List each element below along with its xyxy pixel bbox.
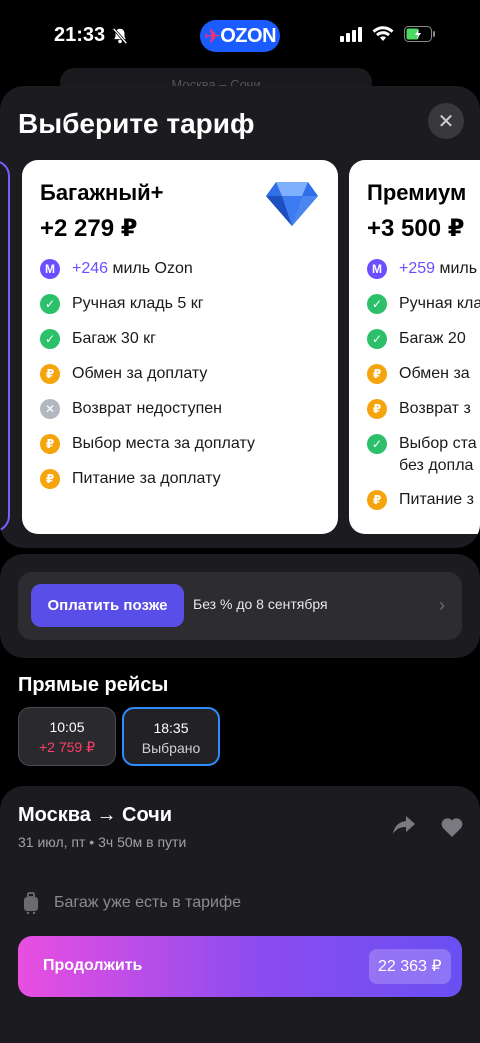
direct-flights-title: Прямые рейсы xyxy=(18,674,169,696)
check-icon: ✓ xyxy=(40,294,60,314)
feature-text: Питание за доплату xyxy=(72,470,221,487)
feature-baggage: ✓ Багаж 20 xyxy=(367,328,466,350)
feature-text: Багаж 30 кг xyxy=(72,330,157,347)
feature-text-line2: без допла xyxy=(399,457,474,474)
ruble-icon: ₽ xyxy=(40,469,60,489)
miles-count: +246 xyxy=(72,260,109,277)
feature-miles: M +246 миль Ozon xyxy=(40,258,193,280)
system-icons xyxy=(340,26,436,42)
tariff-price: +3 500 ₽ xyxy=(367,215,465,242)
feature-miles: M +259 миль xyxy=(367,258,477,280)
tariff-name: Премиум xyxy=(367,180,467,205)
flight-selected-label: Выбрано xyxy=(141,740,201,756)
feature-text: Выбор ста xyxy=(399,435,477,452)
feature-text: Ручная кладь 5 кг xyxy=(72,295,204,312)
status-bar: 21:33 ✈ OZON xyxy=(0,0,480,72)
feature-text: Багаж 20 xyxy=(399,330,466,347)
check-icon: ✓ xyxy=(367,294,387,314)
ruble-icon: ₽ xyxy=(40,434,60,454)
luggage-note: Багаж уже есть в тарифе xyxy=(22,892,241,914)
sheet-title: Выберите тариф xyxy=(18,108,255,139)
previous-tariff-card[interactable] xyxy=(0,160,10,532)
clock: 21:33 xyxy=(54,24,106,46)
feature-meals: ₽ Питание з xyxy=(367,489,474,511)
signal-icon xyxy=(340,27,362,42)
chevron-right-icon: › xyxy=(439,595,445,615)
check-icon: ✓ xyxy=(367,434,387,454)
luggage-note-text: Багаж уже есть в тарифе xyxy=(54,894,242,911)
feature-exchange: ₽ Обмен за xyxy=(367,363,470,385)
miles-icon: M xyxy=(367,259,387,279)
flight-option-1835[interactable]: 18:35 Выбрано xyxy=(122,707,220,766)
feature-seat-selection: ✓ Выбор ста без допла xyxy=(367,433,477,477)
close-icon: ✕ xyxy=(437,110,455,133)
check-icon: ✓ xyxy=(40,329,60,349)
feature-text: Обмен за xyxy=(399,365,470,382)
heart-icon[interactable] xyxy=(440,816,464,838)
feature-text: Возврат з xyxy=(399,400,471,417)
feature-text: Ручная кла xyxy=(399,295,480,312)
feature-seat-selection: ₽ Выбор места за доплату xyxy=(40,433,255,455)
flight-time: 10:05 xyxy=(49,719,85,735)
pay-later-note: Без % до 8 сентября xyxy=(193,596,328,612)
pay-later-section: Оплатить позже Без % до 8 сентября › xyxy=(0,554,480,658)
check-icon: ✓ xyxy=(367,329,387,349)
pay-later-button[interactable]: Оплатить позже xyxy=(31,584,184,627)
tariff-name: Багажный+ xyxy=(40,180,164,205)
feature-text: Выбор места за доплату xyxy=(72,435,255,452)
continue-label: Продолжить xyxy=(43,957,143,974)
feature-refund: ₽ Возврат з xyxy=(367,398,471,420)
feature-meals: ₽ Питание за доплату xyxy=(40,468,221,490)
feature-hand-luggage: ✓ Ручная кла xyxy=(367,293,480,315)
feature-refund: ✕ Возврат недоступен xyxy=(40,398,222,420)
feature-text: миль Ozon xyxy=(108,260,193,277)
flight-time: 18:35 xyxy=(153,720,189,736)
diamond-icon xyxy=(266,182,318,226)
total-price: 22 363 ₽ xyxy=(369,949,451,984)
tariff-sheet: Выберите тариф ✕ Багажный+ +2 279 ₽ M +2… xyxy=(0,86,480,548)
ruble-icon: ₽ xyxy=(367,364,387,384)
feature-text: Возврат недоступен xyxy=(72,400,222,417)
pay-later-banner[interactable]: Оплатить позже Без % до 8 сентября › xyxy=(18,572,462,640)
booking-summary-panel: Москва → Сочи 31 июл, пт • 3ч 50м в пути… xyxy=(0,786,480,1043)
feature-hand-luggage: ✓ Ручная кладь 5 кг xyxy=(40,293,204,315)
share-icon[interactable] xyxy=(392,814,416,836)
cross-icon: ✕ xyxy=(40,399,60,419)
feature-exchange: ₽ Обмен за доплату xyxy=(40,363,207,385)
feature-text: Питание з xyxy=(399,491,474,508)
continue-button[interactable]: Продолжить 22 363 ₽ xyxy=(18,936,462,997)
ruble-icon: ₽ xyxy=(367,399,387,419)
status-time: 21:33 xyxy=(54,24,129,47)
battery-icon xyxy=(404,26,435,42)
tariff-card-premium[interactable]: Премиум +3 500 ₽ M +259 миль ✓ Ручная кл… xyxy=(349,160,480,534)
feature-text: миль xyxy=(435,260,478,277)
route-details: 31 июл, пт • 3ч 50м в пути xyxy=(18,834,187,850)
close-button[interactable]: ✕ xyxy=(428,103,464,139)
flight-option-1005[interactable]: 10:05 +2 759 ₽ xyxy=(18,707,116,766)
route-title: Москва → Сочи xyxy=(18,804,173,826)
flight-price-diff: +2 759 ₽ xyxy=(38,739,95,755)
feature-baggage: ✓ Багаж 30 кг xyxy=(40,328,156,350)
miles-count: +259 xyxy=(399,260,436,277)
tariff-card-bagazhny-plus[interactable]: Багажный+ +2 279 ₽ M +246 миль Ozon ✓ Ру… xyxy=(22,160,338,534)
ozon-logo: ✈ OZON xyxy=(200,20,280,52)
feature-text: Обмен за доплату xyxy=(72,365,208,382)
tariff-price: +2 279 ₽ xyxy=(40,215,138,242)
miles-icon: M xyxy=(40,259,60,279)
wifi-icon xyxy=(372,26,394,41)
ruble-icon: ₽ xyxy=(367,490,387,510)
bell-muted-icon xyxy=(112,27,128,44)
luggage-icon xyxy=(24,892,38,914)
ruble-icon: ₽ xyxy=(40,364,60,384)
brand-text: OZON xyxy=(220,24,277,47)
